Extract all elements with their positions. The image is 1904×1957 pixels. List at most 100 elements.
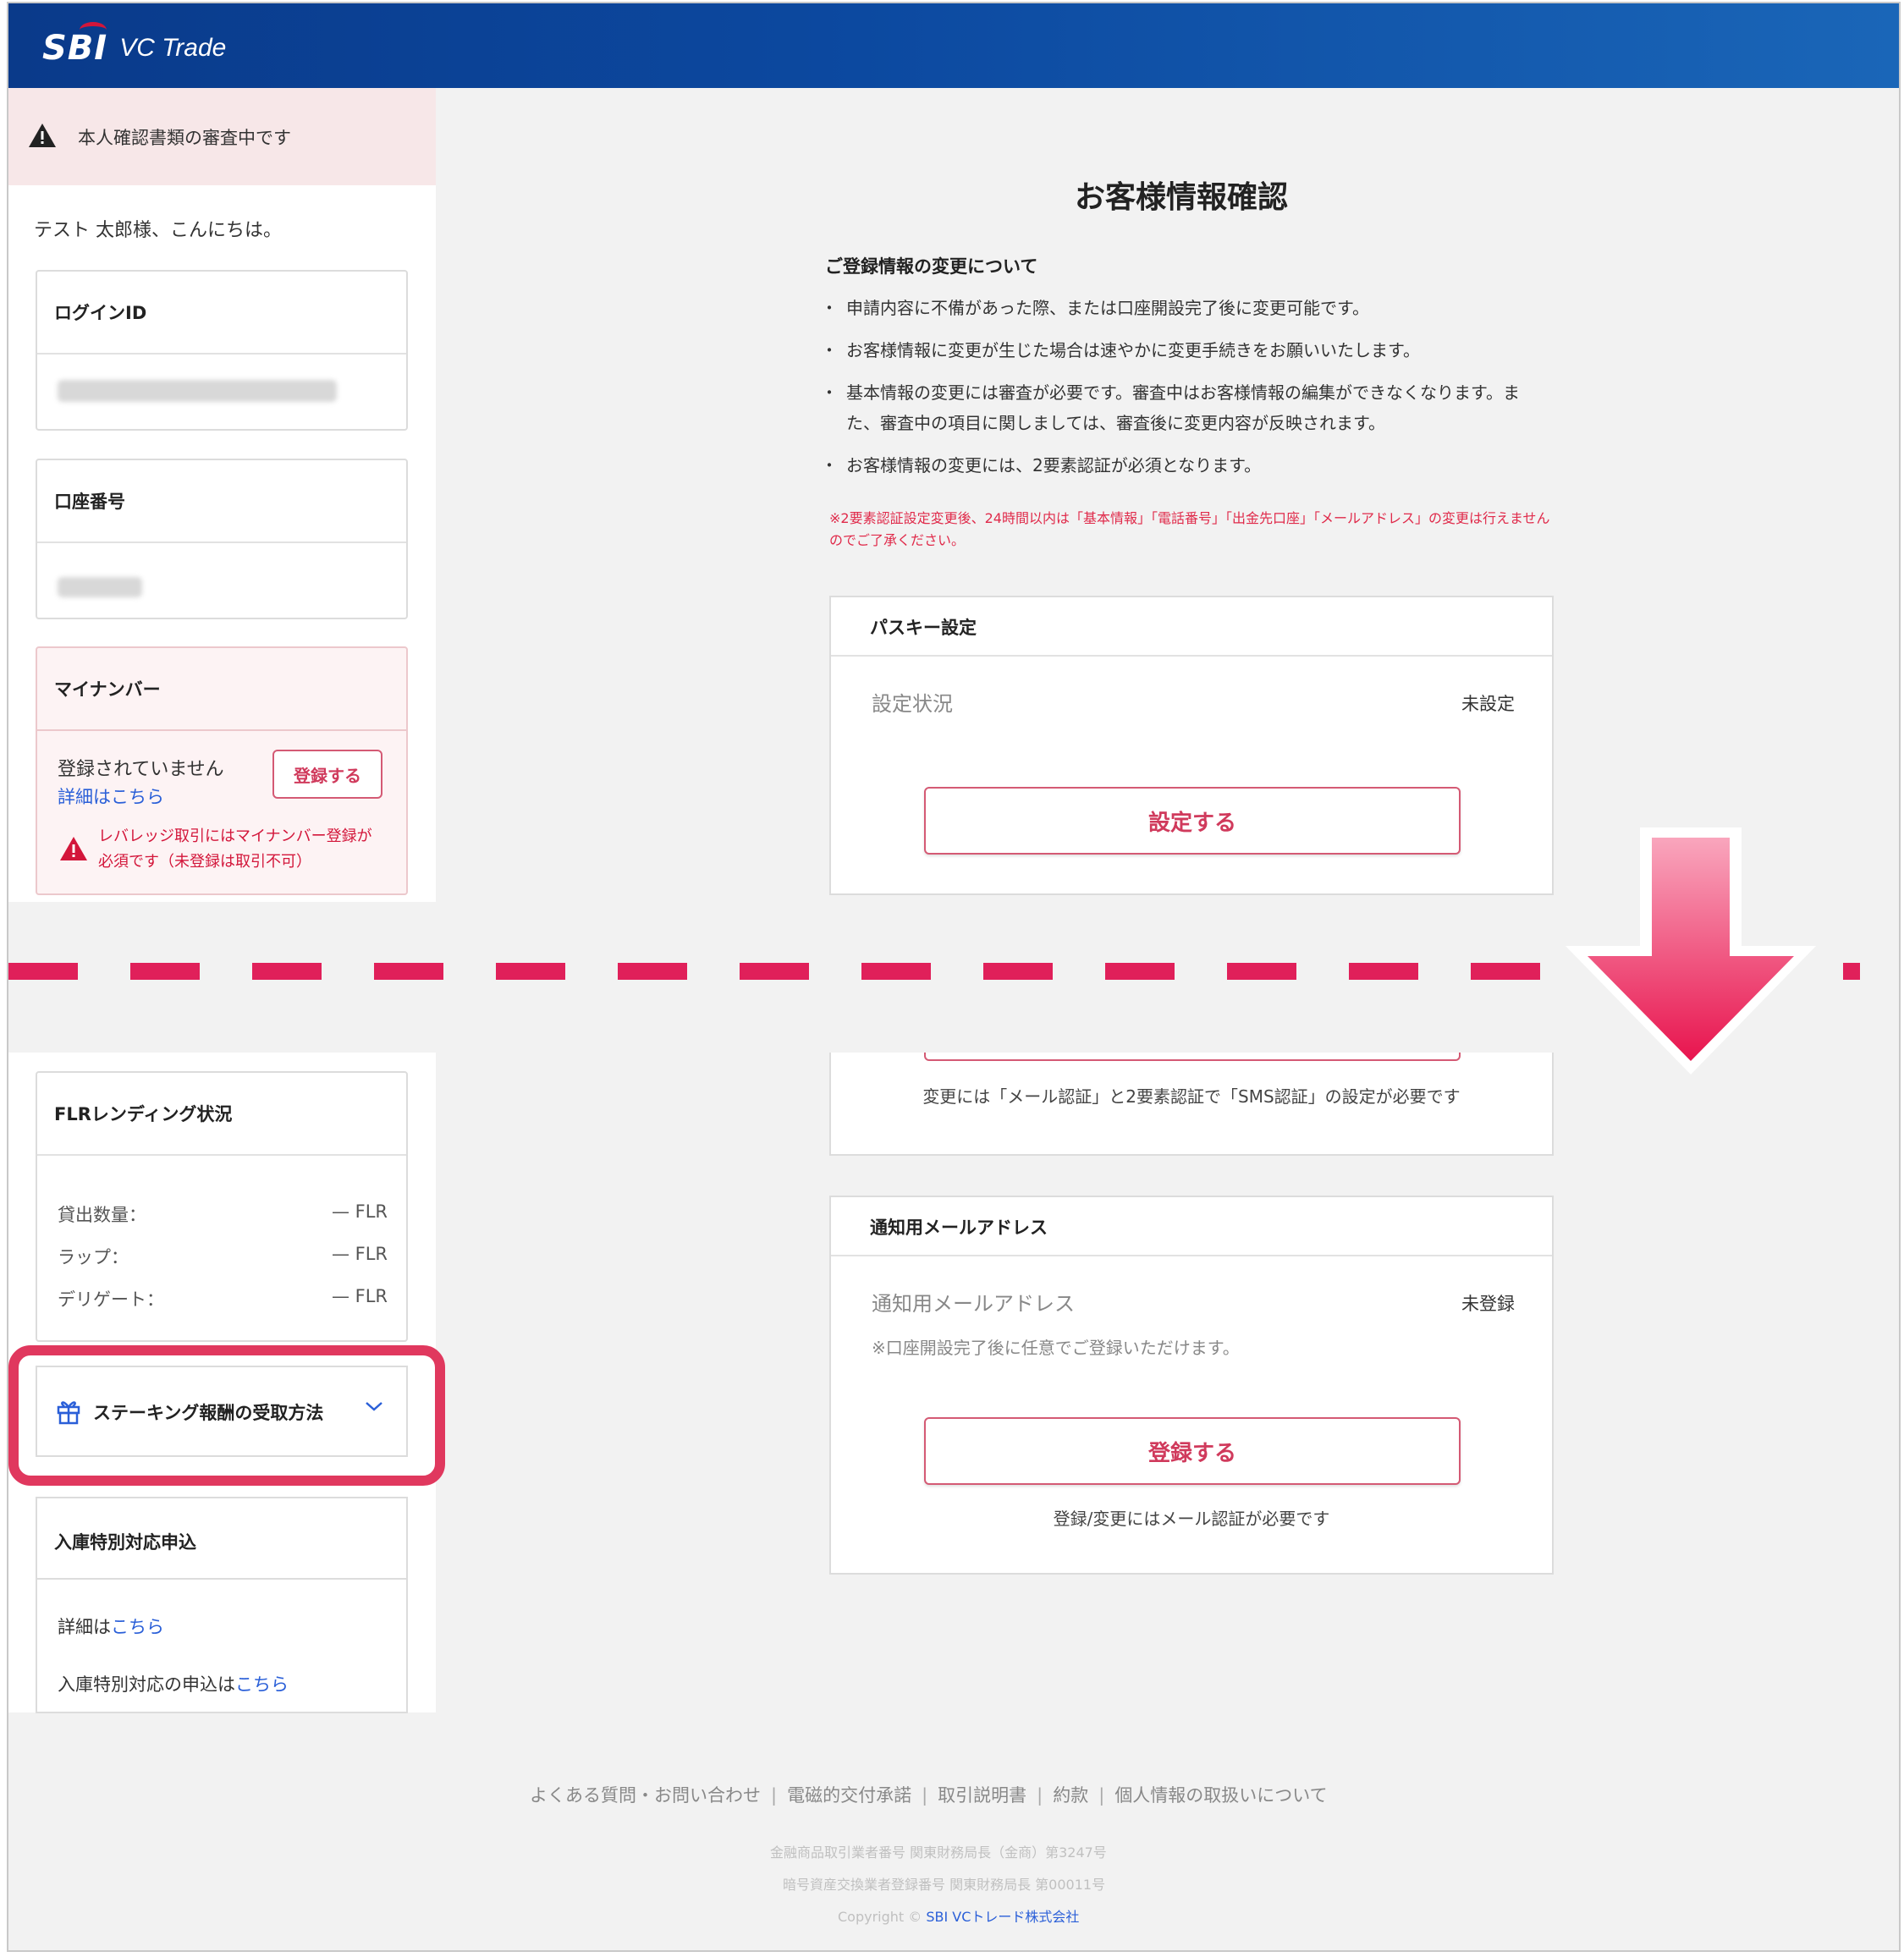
footer-link-electronic[interactable]: 電磁的交付承諾 (787, 1785, 911, 1806)
flr-row-value: — FLR (331, 1244, 388, 1264)
partial-panel: 変更には「メール認証」と2要素認証で「SMS認証」の設定が必要です (829, 1053, 1554, 1156)
bullet-item: 基本情報の変更には審査が必要です。審査中はお客様情報の編集ができなくなります。ま… (821, 377, 1540, 438)
flr-row-label: ラップ： (58, 1247, 129, 1267)
bullet-item: お客様情報の変更には、2要素認証が必須となります。 (821, 450, 1540, 481)
nyuko-apply-link[interactable]: こちら (235, 1674, 289, 1695)
footer-link-faq[interactable]: よくある質問・お問い合わせ (530, 1785, 761, 1806)
change-info-bullets: 申請内容に不備があった際、または口座開設完了後に変更可能です。 お客様情報に変更… (821, 293, 1540, 492)
divider-dash (1471, 963, 1540, 980)
divider-dash (1349, 963, 1418, 980)
divider-dash (983, 963, 1053, 980)
login-id-label: ログインID (37, 272, 406, 355)
notify-email-status: 未登録 (1461, 1294, 1515, 1314)
sidebar-top: 本人確認書類の審査中です テスト 太郎様、こんにちは。 ログインID 口座番号 … (8, 88, 436, 902)
review-alert-bar: 本人確認書類の審査中です (8, 88, 436, 185)
staking-highlight-box (8, 1345, 445, 1486)
divider-dash (861, 963, 931, 980)
nyuko-special-card-header: 入庫特別対応申込 (36, 1497, 408, 1578)
passkey-status-value: 未設定 (1461, 694, 1515, 714)
flr-row-delegate: デリゲート： — FLR (58, 1286, 388, 1311)
divider-dash (252, 963, 322, 980)
down-arrow-icon (1566, 827, 1816, 1075)
flr-row-value: — FLR (331, 1201, 388, 1222)
flr-row-label: 貸出数量： (58, 1205, 146, 1225)
passkey-setup-button[interactable]: 設定する (924, 787, 1461, 855)
divider-dash (1227, 963, 1296, 980)
app-header: SBI VC Trade (8, 3, 1899, 88)
login-id-card: ログインID (36, 270, 408, 431)
mynumber-label: マイナンバー (37, 648, 406, 731)
notify-email-panel: 通知用メールアドレス 通知用メールアドレス 未登録 ※口座開設完了後に任意でご登… (829, 1196, 1554, 1575)
sidebar-bottom: FLRレンディング状況 貸出数量： — FLR ラップ： — FLR デリゲート… (8, 1053, 445, 1713)
account-number-label: 口座番号 (37, 460, 406, 543)
section-title: ご登録情報の変更について (825, 256, 1038, 277)
bullet-item: お客様情報に変更が生じた場合は速やかに変更手続きをお願いいたします。 (821, 335, 1540, 366)
divider-dash (374, 963, 443, 980)
footer-registration-1-text: 金融商品取引業者番号 関東財務局長（金商）第3247号 (770, 1844, 1107, 1861)
nyuko-detail-link[interactable]: こちら (111, 1617, 164, 1637)
notify-email-label: 通知用メールアドレス (872, 1292, 1075, 1316)
passkey-status-label: 設定状況 (872, 692, 953, 716)
mynumber-register-button[interactable]: 登録する (272, 750, 382, 799)
flr-row-label: デリゲート： (58, 1289, 164, 1310)
flr-lending-label: FLRレンディング状況 (37, 1073, 406, 1156)
passkey-panel: パスキー設定 設定状況 未設定 設定する (829, 596, 1554, 895)
greeting-text: テスト 太郎様、こんにちは。 (34, 220, 282, 241)
notify-email-subnote: ※口座開設完了後に任意でご登録いただけます。 (872, 1338, 1240, 1358)
partial-panel-note: 変更には「メール認証」と2要素認証で「SMS認証」の設定が必要です (922, 1086, 1461, 1107)
mynumber-detail-link[interactable]: 詳細はこちら (58, 783, 164, 809)
copyright-company[interactable]: SBI VCトレード株式会社 (926, 1909, 1079, 1925)
notify-email-panel-header: 通知用メールアドレス (831, 1197, 1552, 1256)
footer-separator: | (1098, 1785, 1105, 1806)
mynumber-card: マイナンバー 登録されていません 詳細はこちら 登録する レバレッジ取引にはマイ… (36, 646, 408, 895)
flr-row-lend: 貸出数量： — FLR (58, 1201, 388, 1227)
nyuko-apply-line: 入庫特別対応の申込はこちら (58, 1671, 289, 1696)
passkey-header-text: パスキー設定 (870, 618, 977, 638)
nyuko-apply-prefix: 入庫特別対応の申込は (58, 1674, 235, 1695)
divider-dash (740, 963, 809, 980)
mynumber-status: 登録されていません (58, 759, 224, 780)
page-title: お客様情報確認 (1075, 180, 1289, 215)
review-alert-text: 本人確認書類の審査中です (78, 128, 291, 148)
logo-arc (80, 22, 107, 38)
nyuko-special-label: 入庫特別対応申込 (54, 1532, 196, 1553)
bullet-item: 申請内容に不備があった際、または口座開設完了後に変更可能です。 (821, 293, 1540, 323)
flr-row-value: — FLR (331, 1286, 388, 1306)
footer-separator: | (1037, 1785, 1043, 1806)
sbi-vc-trade-logo[interactable]: SBI VC Trade (42, 22, 227, 69)
footer-copyright-line: Copyright © SBI VCトレード株式会社 (838, 1905, 1079, 1926)
account-number-value-redacted (58, 577, 142, 597)
footer-link-explanation[interactable]: 取引説明書 (938, 1785, 1026, 1806)
divider-dash (618, 963, 687, 980)
divider-dash (8, 963, 78, 980)
flr-lending-card: FLRレンディング状況 貸出数量： — FLR ラップ： — FLR デリゲート… (36, 1071, 408, 1342)
notify-email-header-text: 通知用メールアドレス (870, 1218, 1048, 1238)
partial-button-edge (924, 1053, 1461, 1061)
divider-dash (1843, 963, 1860, 980)
warning-triangle-icon (60, 837, 87, 860)
divider-dash (130, 963, 200, 980)
divider-dash (496, 963, 565, 980)
two-factor-note: ※2要素認証設定変更後、24時間以内は「基本情報」「電話番号」「出金先口座」「メ… (829, 510, 1550, 548)
flr-row-wrap: ラップ： — FLR (58, 1244, 388, 1269)
notify-email-register-button[interactable]: 登録する (924, 1417, 1461, 1485)
page-frame: SBI VC Trade 本人確認書類の審査中です テスト 太郎様、こんにちは。… (7, 2, 1901, 1952)
nyuko-detail-line: 詳細はこちら (58, 1613, 164, 1639)
account-number-card: 口座番号 (36, 459, 408, 619)
logo-vc-text: VC Trade (119, 34, 227, 62)
notify-email-note: 登録/変更にはメール認証が必要です (1053, 1509, 1330, 1529)
footer-separator: | (922, 1785, 928, 1806)
footer-registration-2-text: 暗号資産交換業者登録番号 関東財務局長 第00011号 (783, 1877, 1106, 1893)
nyuko-detail-prefix: 詳細は (58, 1617, 111, 1637)
login-id-value-redacted (58, 380, 337, 402)
warning-triangle-icon (29, 124, 56, 147)
footer-link-terms[interactable]: 約款 (1053, 1785, 1088, 1806)
divider-dash (1105, 963, 1175, 980)
footer-links-row: よくある質問・お問い合わせ | 電磁的交付承諾 | 取引説明書 | 約款 | 個人情報の取扱いに… (530, 1782, 1328, 1807)
copyright-text: Copyright © (838, 1909, 922, 1925)
footer-link-privacy[interactable]: 個人情報の取扱いについて (1114, 1785, 1327, 1806)
nyuko-special-card-body: 詳細はこちら 入庫特別対応の申込はこちら (36, 1578, 408, 1713)
footer-separator: | (771, 1785, 778, 1806)
mynumber-warning-text: レバレッジ取引にはマイナンバー登録が必須です（未登録は取引不可） (98, 827, 372, 871)
passkey-panel-header: パスキー設定 (831, 597, 1552, 657)
